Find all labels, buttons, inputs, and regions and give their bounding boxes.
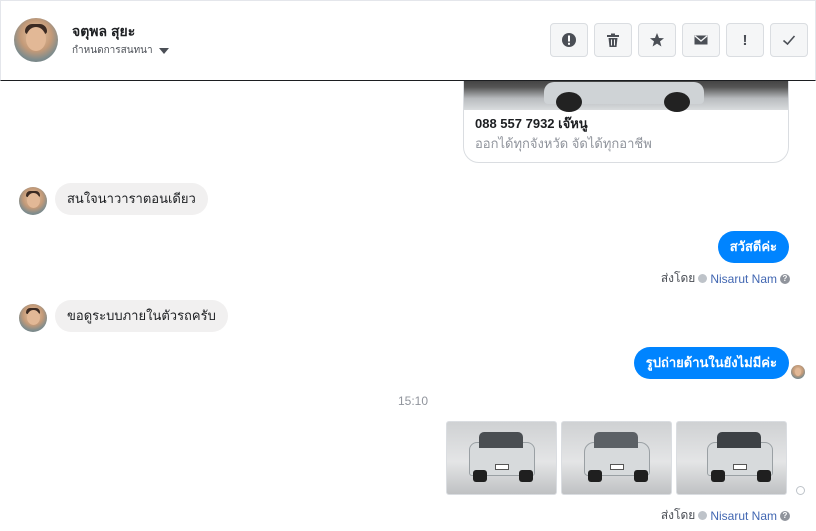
sender-name-link[interactable]: Nisarut Nam — [710, 272, 777, 286]
seen-check-icon — [698, 274, 708, 283]
shared-post-card[interactable]: 088 557 7932 เจ๊หนู ออกได้ทุกจังหวัด จัด… — [463, 81, 789, 163]
message-thread[interactable]: 088 557 7932 เจ๊หนู ออกได้ทุกจังหวัด จัด… — [0, 81, 816, 531]
conversation-toolbar: ! — [550, 23, 808, 57]
follow-up-button[interactable]: ! — [726, 23, 764, 57]
message-bubble-outgoing: รูปถ่ายด้านในยังไม่มีค่ะ — [633, 347, 789, 379]
attachment-photo[interactable] — [561, 421, 672, 495]
conversation-label-text: กำหนดการสนทนา — [72, 45, 153, 56]
contact-name[interactable]: จตุพล สุยะ — [72, 21, 135, 43]
mark-unread-button[interactable] — [682, 23, 720, 57]
alert-circle-icon — [562, 33, 576, 47]
message-bubble-outgoing: สวัสดีค่ะ — [717, 231, 789, 263]
sender-avatar[interactable] — [19, 187, 47, 215]
card-title: 088 557 7932 เจ๊หนู — [475, 116, 588, 131]
car-photo — [464, 81, 788, 112]
mark-spam-button[interactable] — [550, 23, 588, 57]
check-icon — [782, 35, 796, 46]
attachment-photo[interactable] — [446, 421, 557, 495]
sender-name-link[interactable]: Nisarut Nam — [710, 509, 777, 523]
star-button[interactable] — [638, 23, 676, 57]
help-icon[interactable]: ? — [780, 510, 790, 521]
mark-done-button[interactable] — [770, 23, 808, 57]
card-subtitle: ออกได้ทุกจังหวัด จัดได้ทุกอาชีพ — [475, 136, 652, 151]
mail-icon — [694, 35, 708, 45]
conversation-label-dropdown[interactable]: กำหนดการสนทนา — [72, 43, 169, 58]
conversation-header: จตุพล สุยะ กำหนดการสนทนา ! — [0, 0, 816, 81]
messenger-window: จตุพล สุยะ กำหนดการสนทนา ! 088 557 7932 … — [0, 0, 816, 531]
message-bubble-incoming: ขอดูระบบภายในตัวรถครับ — [55, 300, 228, 332]
delete-button[interactable] — [594, 23, 632, 57]
trash-icon — [607, 33, 619, 47]
attachment-photo[interactable] — [676, 421, 787, 495]
sent-by-label: ส่งโดย Nisarut Nam ? — [661, 269, 790, 288]
delivered-check-icon — [796, 486, 805, 495]
sent-by-label: ส่งโดย Nisarut Nam ? — [661, 506, 790, 525]
sent-by-prefix: ส่งโดย — [660, 271, 696, 285]
star-icon — [650, 33, 664, 47]
exclamation-icon: ! — [742, 31, 748, 49]
message-bubble-incoming: สนใจนาวาราตอนเดียว — [55, 183, 208, 215]
contact-avatar[interactable] — [14, 18, 58, 62]
help-icon[interactable]: ? — [780, 273, 790, 284]
seen-check-icon — [698, 511, 708, 520]
seen-avatar — [791, 365, 805, 379]
sender-avatar[interactable] — [19, 304, 47, 332]
caret-down-icon — [158, 47, 169, 54]
sent-by-prefix: ส่งโดย — [660, 508, 696, 522]
message-timestamp: 15:10 — [397, 394, 429, 408]
